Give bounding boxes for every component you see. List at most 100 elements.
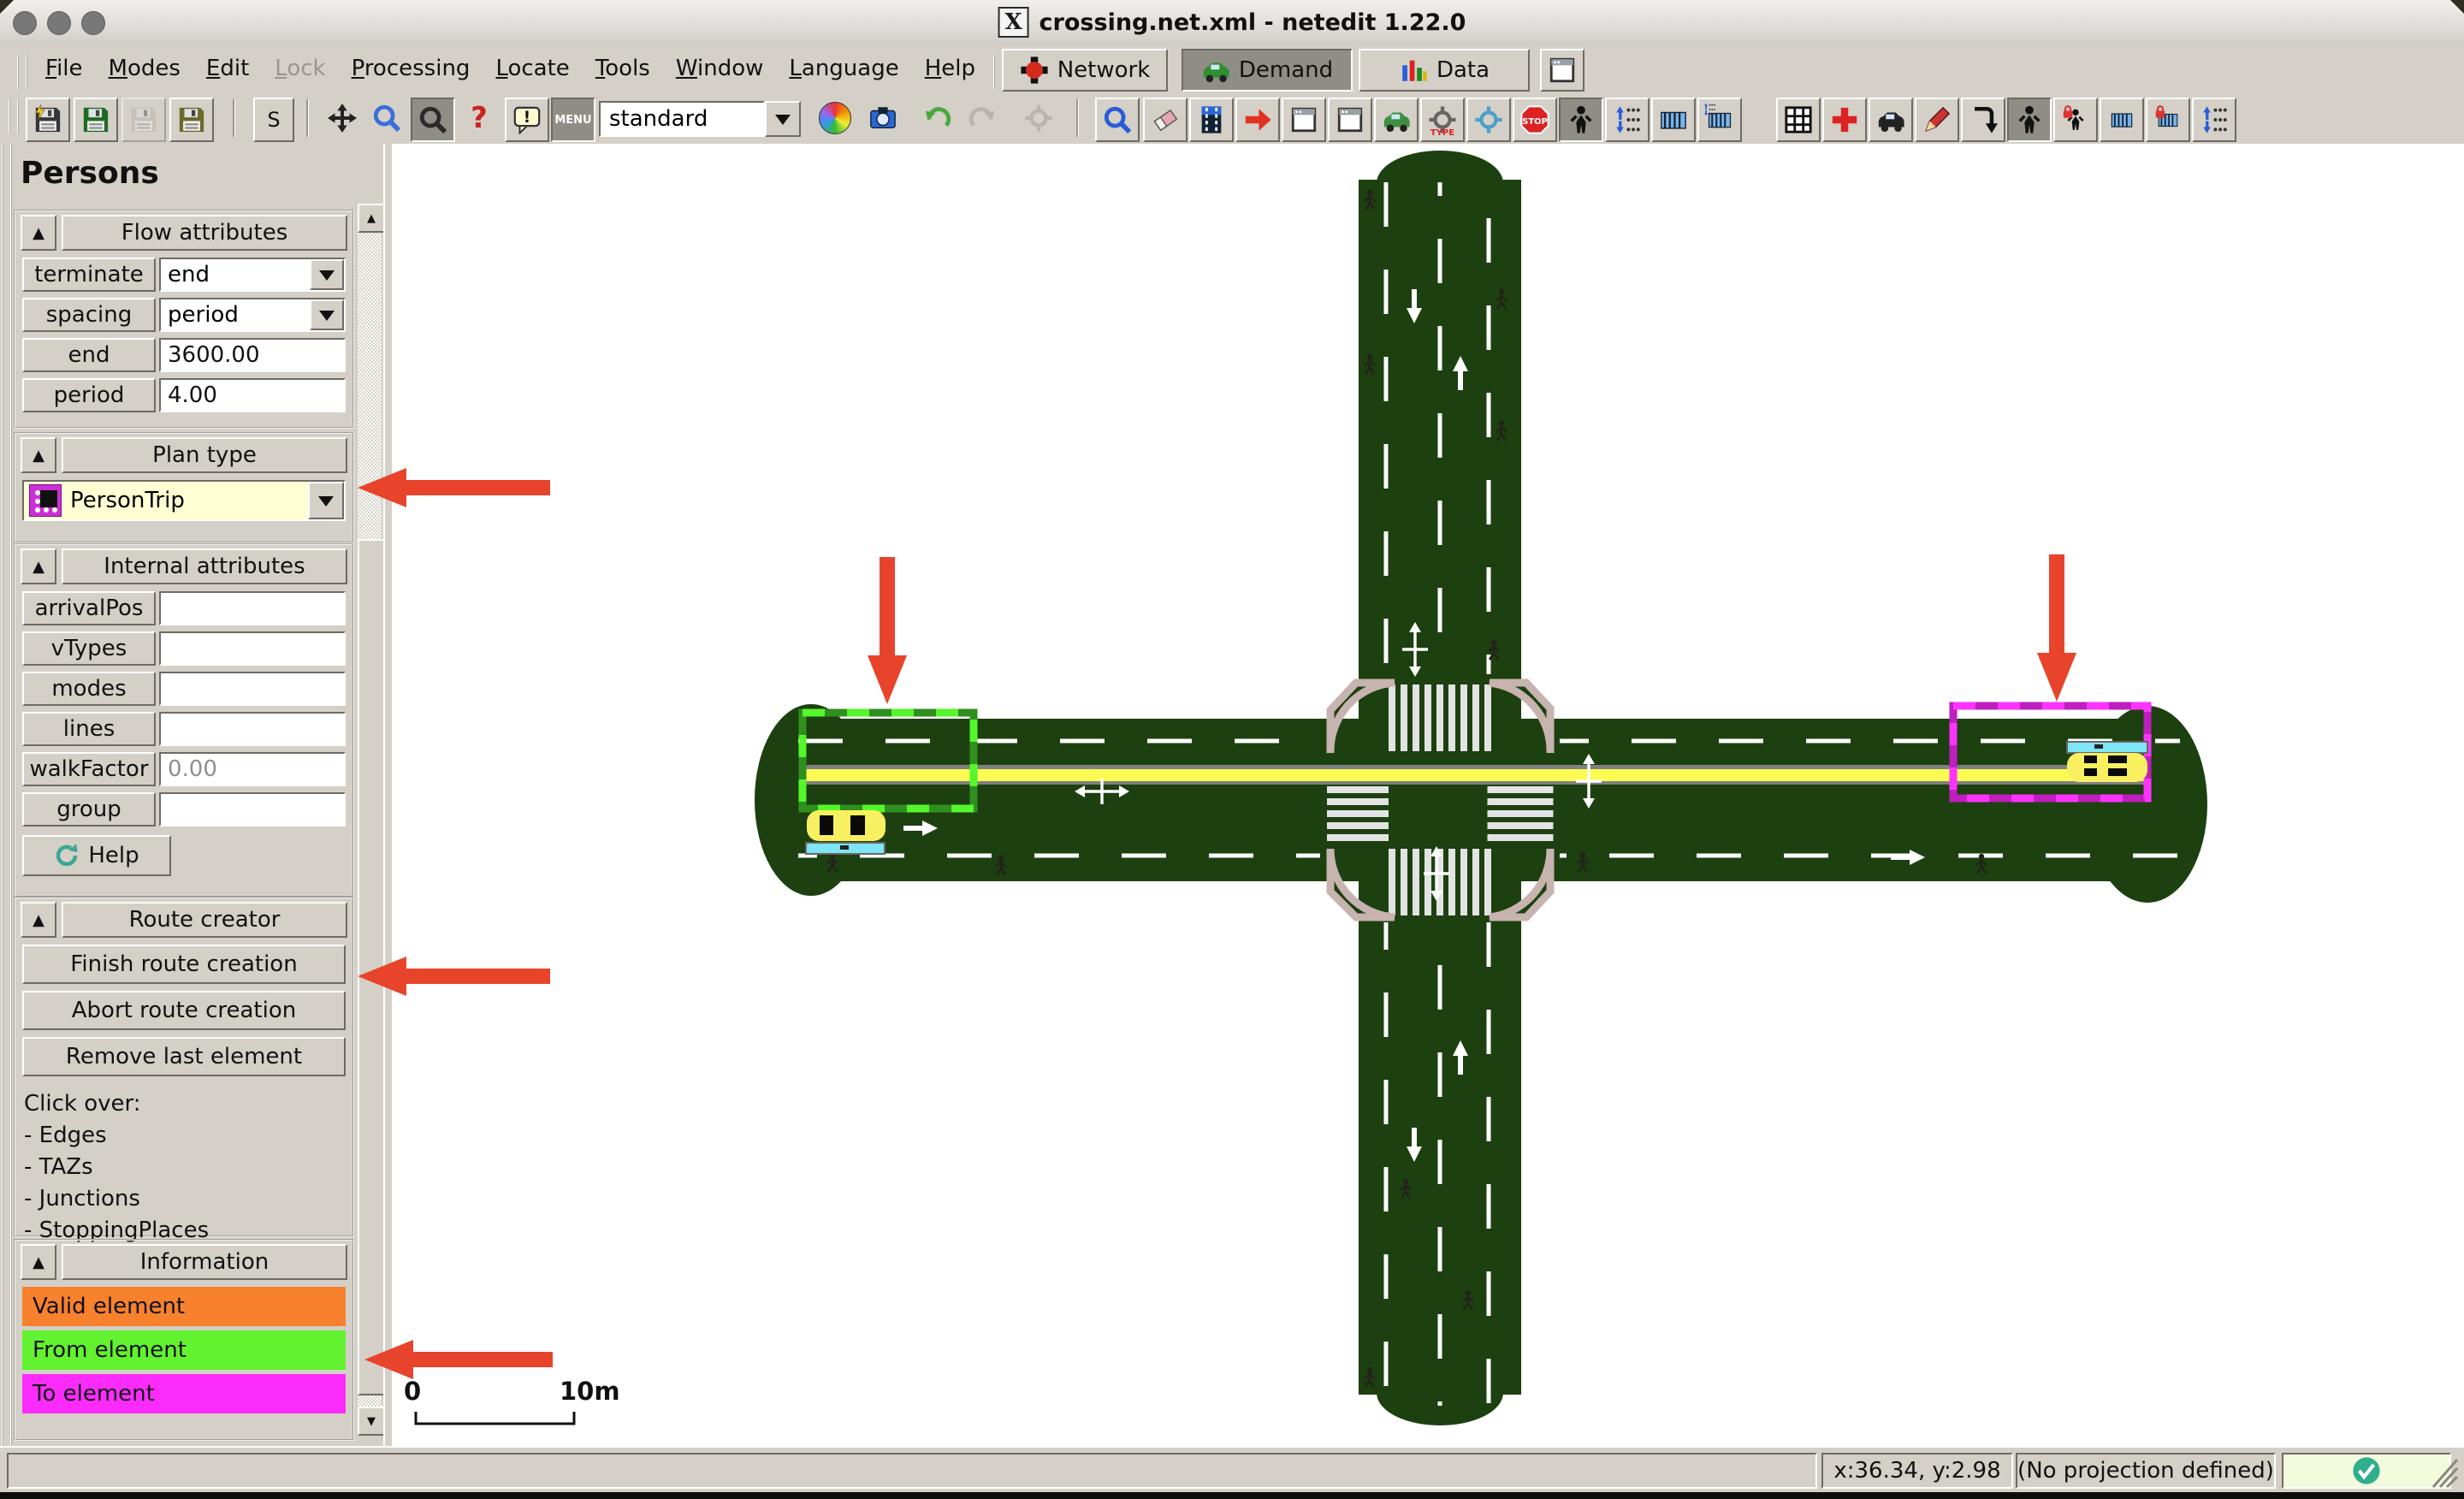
chevron-down-icon[interactable] xyxy=(310,259,344,290)
zoom-button[interactable] xyxy=(366,98,407,139)
show-container-plans-toggle-button[interactable] xyxy=(2100,98,2144,142)
chevron-down-icon[interactable] xyxy=(308,482,344,519)
route-mode-button[interactable] xyxy=(1282,98,1326,142)
person-vehicle-west[interactable] xyxy=(806,810,886,854)
menu-help[interactable]: Help xyxy=(912,50,988,86)
person-vehicle-east[interactable] xyxy=(2067,742,2147,782)
menu-file[interactable]: File xyxy=(33,50,96,86)
help-recycle-icon xyxy=(54,843,80,868)
message-window-button[interactable] xyxy=(505,98,549,142)
geo-status-panel[interactable] xyxy=(2282,1453,2451,1489)
internal-attributes-header[interactable]: Internal attributes xyxy=(62,548,347,584)
scroll-up-button[interactable]: ▲ xyxy=(358,204,385,233)
information-header[interactable]: Information xyxy=(62,1244,347,1280)
period-label: period xyxy=(22,378,156,412)
whats-this-help-button[interactable]: ? xyxy=(459,98,500,139)
toggle-window-button[interactable] xyxy=(1540,49,1584,92)
network-supermode-button[interactable]: Network xyxy=(1002,49,1168,92)
arrivalpos-field[interactable] xyxy=(159,591,346,625)
person-mode-button[interactable] xyxy=(1559,98,1603,142)
finish-route-creation-button[interactable]: Finish route creation xyxy=(22,945,346,984)
type-distribution-mode-button[interactable] xyxy=(1466,98,1511,142)
scrollbar-thumb[interactable] xyxy=(358,539,385,1395)
draw-shape-toggle-button[interactable] xyxy=(1915,98,1959,142)
lock-container-toggle-button[interactable] xyxy=(2146,98,2190,142)
end-field[interactable] xyxy=(159,338,346,372)
network-view-canvas[interactable]: 0 10m xyxy=(392,144,2464,1446)
collapse-icon[interactable]: ▲ xyxy=(21,215,56,251)
network-icon xyxy=(1020,56,1049,85)
junction-shape-toggle-button[interactable] xyxy=(1822,98,1867,142)
vehicle-mode-button[interactable] xyxy=(1374,98,1419,142)
toolbar-separator xyxy=(1076,99,1079,137)
sidebar-scrollbar[interactable]: ▲ ▼ xyxy=(358,204,382,1436)
show-person-plans-toggle-button[interactable] xyxy=(2007,98,2052,142)
recenter-view-button[interactable] xyxy=(322,98,363,139)
vtypes-field[interactable] xyxy=(159,631,346,666)
scroll-down-button[interactable]: ▼ xyxy=(358,1407,385,1436)
save-sumo-config-button[interactable] xyxy=(169,98,214,142)
collapse-icon[interactable]: ▲ xyxy=(21,902,56,938)
terminate-combobox[interactable]: end xyxy=(159,258,346,292)
select-mode-button[interactable] xyxy=(1189,98,1234,142)
resize-grip[interactable] xyxy=(2431,1458,2461,1490)
s-button[interactable]: S xyxy=(253,98,294,142)
show-overlapped-routes-toggle-button[interactable] xyxy=(2192,98,2236,142)
bus-stop-east[interactable] xyxy=(2067,742,2147,753)
toolbar-drag-handle[interactable] xyxy=(9,99,19,133)
collapse-icon[interactable]: ▲ xyxy=(21,548,56,584)
grid-toggle-button[interactable] xyxy=(1776,98,1821,142)
window-maximize-button[interactable] xyxy=(81,11,105,35)
cursor-zoom-button[interactable] xyxy=(411,98,455,142)
demand-supermode-button[interactable]: Demand xyxy=(1182,49,1353,92)
window-minimize-button[interactable] xyxy=(47,11,71,35)
menubar-drag-handle[interactable] xyxy=(17,55,27,89)
menu-tools[interactable]: Tools xyxy=(583,50,663,86)
menu-language[interactable]: Language xyxy=(776,50,911,86)
container-mode-button[interactable] xyxy=(1651,98,1696,142)
data-supermode-button[interactable]: Data xyxy=(1359,49,1530,92)
sidebar-drag-handle[interactable] xyxy=(2,144,12,1446)
route-creator-header[interactable]: Route creator xyxy=(62,902,347,938)
modes-field[interactable] xyxy=(159,672,346,706)
help-button[interactable]: Help xyxy=(22,835,171,876)
route-distribution-mode-button[interactable] xyxy=(1328,98,1372,142)
menu-processing[interactable]: Processing xyxy=(339,50,483,86)
plan-type-header[interactable]: Plan type xyxy=(62,437,347,473)
period-field[interactable] xyxy=(159,378,346,412)
screenshot-button[interactable] xyxy=(862,98,903,139)
person-flow-mode-button[interactable] xyxy=(1605,98,1650,142)
group-field[interactable] xyxy=(159,792,346,827)
menu-edit[interactable]: Edit xyxy=(193,50,262,86)
delete-mode-button[interactable] xyxy=(1143,98,1188,142)
show-trips-toggle-button[interactable] xyxy=(1961,98,2005,142)
chevron-down-icon[interactable] xyxy=(765,101,801,137)
type-mode-button[interactable]: TYPE xyxy=(1420,98,1465,142)
plan-type-combobox[interactable]: PersonTrip xyxy=(22,480,346,521)
collapse-icon[interactable]: ▲ xyxy=(21,1244,56,1280)
flow-attributes-header[interactable]: Flow attributes xyxy=(62,215,347,251)
abort-route-creation-button[interactable]: Abort route creation xyxy=(22,991,346,1030)
menu-modes[interactable]: Modes xyxy=(96,50,193,86)
window-close-button[interactable] xyxy=(13,11,37,35)
collapse-icon[interactable]: ▲ xyxy=(21,437,56,473)
save-network-button[interactable] xyxy=(26,98,70,142)
menu-window[interactable]: Window xyxy=(663,50,777,86)
lock-person-toggle-button[interactable] xyxy=(2053,98,2098,142)
edit-coloring-scheme-button[interactable] xyxy=(814,98,856,139)
save-additional-elements-button[interactable] xyxy=(74,98,118,142)
remove-last-element-button[interactable]: Remove last element xyxy=(22,1037,346,1076)
container-flow-mode-button[interactable] xyxy=(1697,98,1742,142)
menu-locate[interactable]: Locate xyxy=(483,50,582,86)
inspect-mode-button[interactable] xyxy=(1095,98,1140,142)
stop-mode-button[interactable] xyxy=(1513,98,1557,142)
chevron-down-icon[interactable] xyxy=(310,299,344,330)
view-scheme-combobox[interactable]: standard xyxy=(599,101,801,137)
menu-toggle-button[interactable]: MENU xyxy=(551,98,595,142)
undo-button[interactable] xyxy=(917,98,958,139)
walkfactor-field[interactable] xyxy=(159,752,346,786)
lines-field[interactable] xyxy=(159,712,346,746)
move-mode-button[interactable] xyxy=(1235,98,1280,142)
spread-vehicles-toggle-button[interactable] xyxy=(1869,98,1913,142)
spacing-combobox[interactable]: period xyxy=(159,298,346,332)
